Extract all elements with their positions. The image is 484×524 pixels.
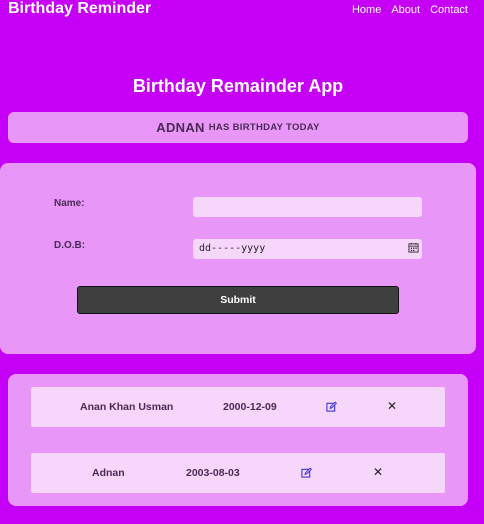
list-item-name: Anan Khan Usman (80, 401, 174, 413)
navbar: Birthday Reminder Home About Contact (0, 0, 484, 24)
close-icon[interactable]: ✕ (373, 465, 383, 479)
dob-label: D.O.B: (54, 240, 86, 251)
calendar-icon[interactable] (408, 242, 419, 253)
nav-link-contact[interactable]: Contact (430, 4, 468, 16)
submit-button[interactable]: Submit (77, 286, 399, 314)
edit-icon[interactable] (326, 401, 337, 412)
banner-name: ADNAN (156, 120, 205, 135)
list-item-dob: 2003-08-03 (186, 467, 240, 479)
nav-link-home[interactable]: Home (352, 4, 381, 16)
banner-message: HAS BIRTHDAY TODAY (208, 122, 320, 133)
dob-input[interactable]: dd-----yyyy (193, 239, 422, 259)
brand-title[interactable]: Birthday Reminder (8, 0, 151, 18)
close-icon[interactable]: ✕ (387, 399, 397, 413)
list-item-dob: 2000-12-09 (223, 401, 277, 413)
name-label: Name: (54, 198, 85, 209)
name-input[interactable] (193, 197, 422, 217)
list-item-name: Adnan (92, 467, 125, 479)
page-title: Birthday Remainder App (132, 76, 344, 96)
nav-links: Home About Contact (352, 4, 468, 16)
nav-link-about[interactable]: About (391, 4, 420, 16)
list-item: Adnan 2003-08-03 ✕ (31, 453, 445, 493)
edit-icon[interactable] (301, 467, 312, 478)
birthday-list: Anan Khan Usman 2000-12-09 ✕ Adnan 2003-… (8, 374, 468, 506)
list-item: Anan Khan Usman 2000-12-09 ✕ (31, 387, 445, 427)
dob-placeholder: dd-----yyyy (199, 243, 266, 254)
birthday-today-banner: ADNAN HAS BIRTHDAY TODAY (8, 112, 468, 143)
